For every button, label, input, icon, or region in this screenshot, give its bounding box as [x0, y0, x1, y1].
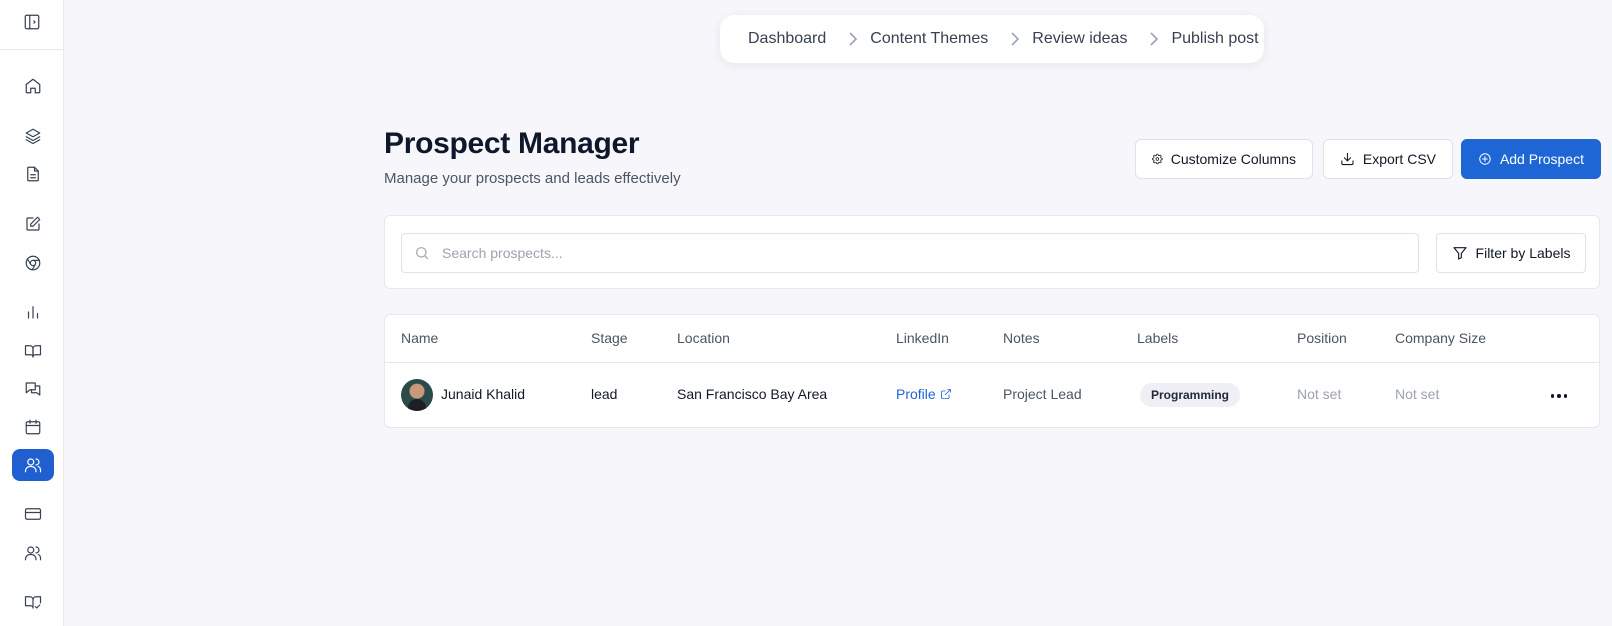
edit-icon [26, 216, 41, 231]
table-header: Name Stage Location LinkedIn Notes Label… [385, 315, 1599, 363]
add-prospect-label: Add Prospect [1499, 151, 1584, 167]
book-check-icon [24, 596, 42, 609]
chevron-right-icon [848, 32, 858, 46]
prospect-position: Not set [1297, 386, 1342, 402]
filter-by-labels-button[interactable]: Filter by Labels [1436, 233, 1586, 273]
search-box [401, 233, 1419, 273]
sidebar-item-billing[interactable] [12, 498, 54, 530]
prospect-name[interactable]: Junaid Khalid [441, 386, 525, 402]
prospect-stage: lead [591, 386, 618, 402]
sidebar-item-messages[interactable] [12, 373, 54, 405]
sidebar-header [0, 0, 63, 50]
customize-columns-label: Customize Columns [1170, 151, 1296, 167]
team-icon [24, 546, 42, 561]
column-header-company-size[interactable]: Company Size [1395, 330, 1486, 346]
column-header-labels[interactable]: Labels [1137, 330, 1178, 346]
search-icon [416, 247, 429, 260]
chrome-icon [25, 255, 41, 271]
breadcrumb: Dashboard Content Themes Review ideas Pu… [720, 15, 1264, 63]
home-icon [25, 78, 41, 94]
breadcrumb-review-ideas[interactable]: Review ideas [1032, 30, 1127, 48]
column-header-notes[interactable]: Notes [1003, 330, 1040, 346]
column-header-name[interactable]: Name [401, 330, 438, 346]
credit-card-icon [24, 508, 42, 520]
linkedin-profile-link[interactable]: Profile [896, 386, 952, 402]
linkedin-profile-label: Profile [896, 386, 936, 402]
plus-circle-icon [1479, 153, 1491, 165]
customize-columns-button[interactable]: Customize Columns [1135, 139, 1313, 179]
prospects-table: Name Stage Location LinkedIn Notes Label… [384, 314, 1600, 428]
column-header-position[interactable]: Position [1297, 330, 1347, 346]
messages-icon [25, 382, 41, 396]
more-dots-icon [1557, 394, 1561, 398]
search-card: Filter by Labels [384, 215, 1600, 289]
sidebar-item-calendar[interactable] [12, 411, 54, 443]
bar-chart-icon [27, 306, 39, 319]
sidebar-item-documents[interactable] [12, 158, 54, 190]
sidebar-item-edit[interactable] [12, 208, 54, 240]
add-prospect-button[interactable]: Add Prospect [1461, 139, 1601, 179]
sidebar-item-guide[interactable] [12, 586, 54, 618]
external-link-icon [940, 389, 951, 399]
more-dots-icon [1563, 394, 1568, 398]
export-csv-label: Export CSV [1362, 151, 1436, 167]
prospect-location: San Francisco Bay Area [677, 386, 828, 402]
table-row[interactable]: Junaid Khalid lead San Francisco Bay Are… [385, 364, 1599, 428]
sidebar-toggle-icon[interactable] [23, 13, 41, 36]
users-icon [24, 458, 42, 473]
sidebar-item-analytics[interactable] [12, 296, 54, 328]
prospect-company-size: Not set [1395, 386, 1440, 402]
gear-icon [1152, 153, 1163, 165]
book-icon [24, 345, 42, 358]
breadcrumb-content-themes[interactable]: Content Themes [870, 30, 988, 48]
prospect-notes: Project Lead [1003, 386, 1082, 402]
column-header-stage[interactable]: Stage [591, 330, 628, 346]
sidebar-item-browser[interactable] [12, 247, 54, 279]
breadcrumb-dashboard[interactable]: Dashboard [748, 30, 826, 48]
download-icon [1341, 152, 1354, 166]
avatar [401, 379, 433, 411]
sidebar-item-library[interactable] [12, 335, 54, 367]
filter-label: Filter by Labels [1475, 245, 1571, 261]
filter-icon [1452, 247, 1467, 260]
export-csv-button[interactable]: Export CSV [1323, 139, 1453, 179]
sidebar-item-layers[interactable] [12, 120, 54, 152]
layers-icon [25, 128, 41, 145]
column-header-linkedin[interactable]: LinkedIn [896, 330, 949, 346]
calendar-icon [25, 419, 41, 435]
sidebar-item-home[interactable] [12, 70, 54, 102]
page-subtitle: Manage your prospects and leads effectiv… [384, 170, 681, 187]
row-more-options-button[interactable] [1547, 386, 1571, 406]
chevron-right-icon [1010, 32, 1020, 46]
search-input[interactable] [442, 245, 1402, 261]
breadcrumb-publish-post[interactable]: Publish post [1171, 30, 1258, 48]
chevron-right-icon [1149, 32, 1159, 46]
page-title: Prospect Manager [384, 127, 640, 160]
document-icon [27, 166, 39, 182]
sidebar [0, 0, 64, 626]
column-header-location[interactable]: Location [677, 330, 730, 346]
label-badge: Programming [1140, 383, 1241, 407]
sidebar-item-team[interactable] [12, 537, 54, 569]
more-dots-icon [1550, 394, 1555, 398]
sidebar-item-prospects[interactable] [12, 449, 54, 481]
